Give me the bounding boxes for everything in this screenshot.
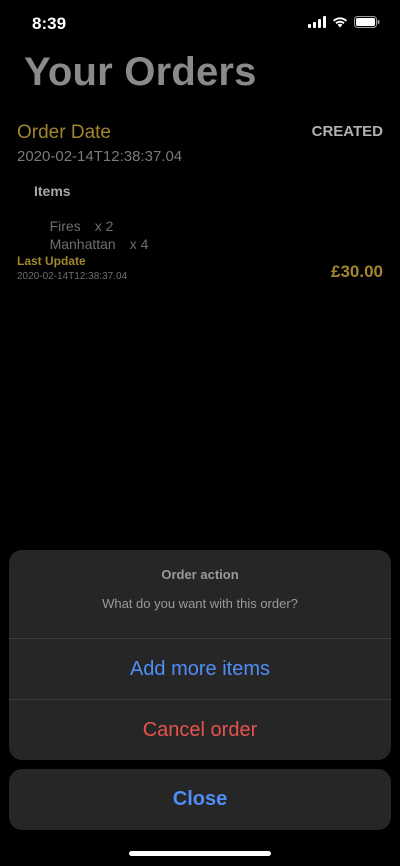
close-button[interactable]: Close — [9, 769, 391, 830]
action-sheet-message: What do you want with this order? — [102, 596, 298, 611]
add-more-items-button[interactable]: Add more items — [9, 639, 391, 699]
action-sheet: Order action What do you want with this … — [9, 550, 391, 760]
cancel-order-button[interactable]: Cancel order — [9, 700, 391, 760]
home-indicator[interactable] — [129, 851, 271, 856]
action-sheet-title: Order action — [161, 567, 239, 582]
